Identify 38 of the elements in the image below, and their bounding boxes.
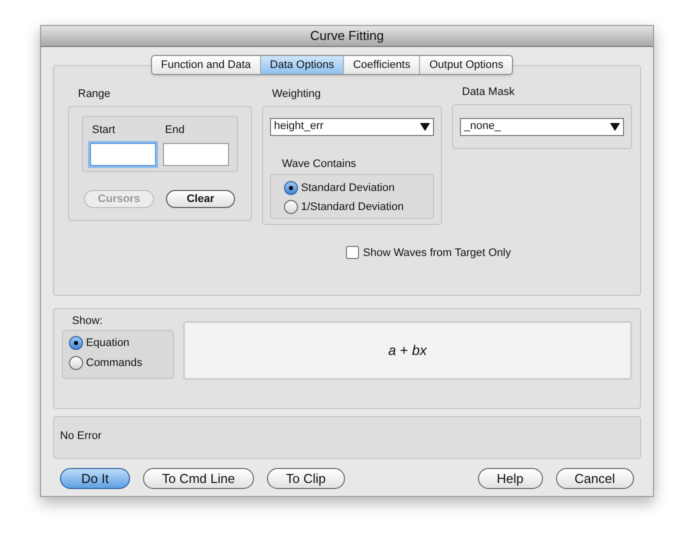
text-field[interactable] [163, 143, 229, 166]
radio-button[interactable] [69, 336, 83, 350]
group-title: Show: [72, 314, 104, 329]
tab[interactable]: Function and Data [152, 56, 260, 74]
radio-button[interactable] [69, 356, 83, 370]
tab[interactable]: Output Options [419, 56, 512, 74]
button[interactable]: To Clip [266, 468, 345, 489]
text-field[interactable] [90, 143, 156, 166]
dropdown-arrow-icon [610, 122, 620, 130]
radio-label: 1/Standard Deviation [301, 200, 404, 214]
dropdown-value: height_err [274, 119, 324, 134]
weighting-dropdown[interactable]: height_err [270, 118, 434, 136]
field-label: Start [92, 122, 116, 138]
radio-label: Commands [86, 356, 142, 371]
button[interactable]: To Cmd Line [143, 468, 254, 489]
radio-button[interactable] [284, 181, 298, 196]
equation-display: a + bx [183, 321, 632, 380]
button[interactable]: Cancel [556, 468, 634, 489]
radio-label: Standard Deviation [301, 181, 395, 196]
radio-button[interactable] [284, 200, 298, 214]
checkbox[interactable] [346, 246, 359, 260]
data-mask-dropdown[interactable]: _none_ [460, 118, 624, 136]
tab[interactable]: Data Options [260, 56, 344, 74]
group-title: Wave Contains [282, 156, 358, 172]
button[interactable]: Clear [166, 190, 235, 208]
button[interactable]: Do It [60, 468, 130, 489]
radio-label: Equation [86, 336, 130, 350]
group-title: Range [78, 87, 112, 102]
field-label: End [165, 122, 186, 138]
status-message: No Error [60, 430, 102, 442]
tab[interactable]: Coefficients [343, 56, 420, 74]
checkbox-label: Show Waves from Target Only [363, 246, 511, 260]
window-title: Curve Fitting [310, 27, 384, 46]
group-title: Weighting [272, 87, 322, 102]
dropdown-arrow-icon [420, 122, 430, 130]
group-title: Data Mask [462, 85, 516, 100]
button[interactable]: Help [478, 468, 543, 489]
dropdown-value: _none_ [464, 119, 501, 134]
